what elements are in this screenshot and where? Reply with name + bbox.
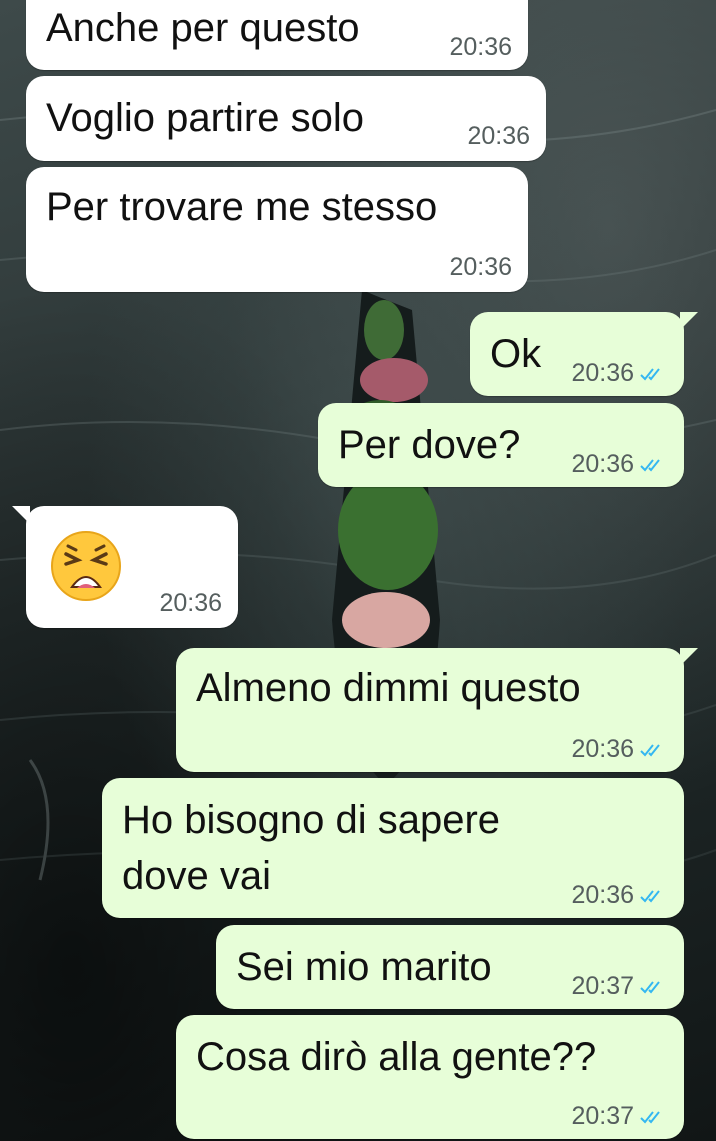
message-text: Per dove?: [338, 423, 521, 467]
message-timestamp: 20:37: [571, 972, 666, 1001]
chat-view[interactable]: Anche per questo 20:36 Voglio partire so…: [0, 0, 716, 1141]
message-bubble-outgoing[interactable]: Per dove? 20:36: [318, 403, 684, 487]
double-check-icon: [640, 743, 660, 756]
message-bubble-outgoing[interactable]: Sei mio marito 20:37: [216, 925, 684, 1009]
message-timestamp: 20:36: [571, 359, 666, 388]
bubble-tail: [680, 648, 698, 666]
message-bubble-outgoing[interactable]: Ho bisogno di sapere dove vai 20:36: [102, 778, 684, 918]
message-bubble-outgoing[interactable]: Almeno dimmi questo 20:36: [176, 648, 698, 772]
message-timestamp: 20:36: [571, 450, 666, 479]
message-timestamp: 20:36: [159, 589, 222, 617]
message-timestamp: 20:37: [571, 1102, 666, 1131]
bubble-tail: [12, 506, 30, 524]
message-bubble-incoming[interactable]: Anche per questo 20:36: [26, 0, 528, 70]
message-text: Cosa dirò alla gente??: [196, 1035, 597, 1079]
message-text-line2: dove vai: [122, 854, 271, 898]
message-bubble-incoming[interactable]: 20:36: [12, 506, 238, 628]
message-text: Almeno dimmi questo: [196, 666, 581, 710]
message-text: Voglio partire solo: [46, 96, 364, 140]
double-check-icon: [640, 1110, 660, 1123]
bubble-tail: [680, 312, 698, 330]
double-check-icon: [640, 980, 660, 993]
double-check-icon: [640, 458, 660, 471]
message-bubble-incoming[interactable]: Voglio partire solo 20:36: [26, 76, 546, 161]
message-text: Ok: [490, 332, 542, 376]
message-bubble-outgoing[interactable]: Ok 20:36: [470, 312, 698, 396]
message-timestamp: 20:36: [449, 253, 512, 281]
message-text: Per trovare me stesso: [46, 185, 438, 229]
message-timestamp: 20:36: [571, 735, 666, 764]
double-check-icon: [640, 367, 660, 380]
message-timestamp: 20:36: [467, 122, 530, 150]
message-timestamp: 20:36: [449, 33, 512, 61]
tired-face-emoji: [51, 531, 121, 601]
message-timestamp: 20:36: [571, 881, 666, 910]
message-text: Anche per questo: [46, 6, 360, 50]
message-bubble-outgoing[interactable]: Cosa dirò alla gente?? 20:37: [176, 1015, 684, 1139]
message-text: Sei mio marito: [236, 945, 492, 989]
message-bubble-incoming[interactable]: Per trovare me stesso 20:36: [26, 167, 528, 292]
double-check-icon: [640, 889, 660, 902]
message-text-line1: Ho bisogno di sapere: [122, 798, 501, 842]
